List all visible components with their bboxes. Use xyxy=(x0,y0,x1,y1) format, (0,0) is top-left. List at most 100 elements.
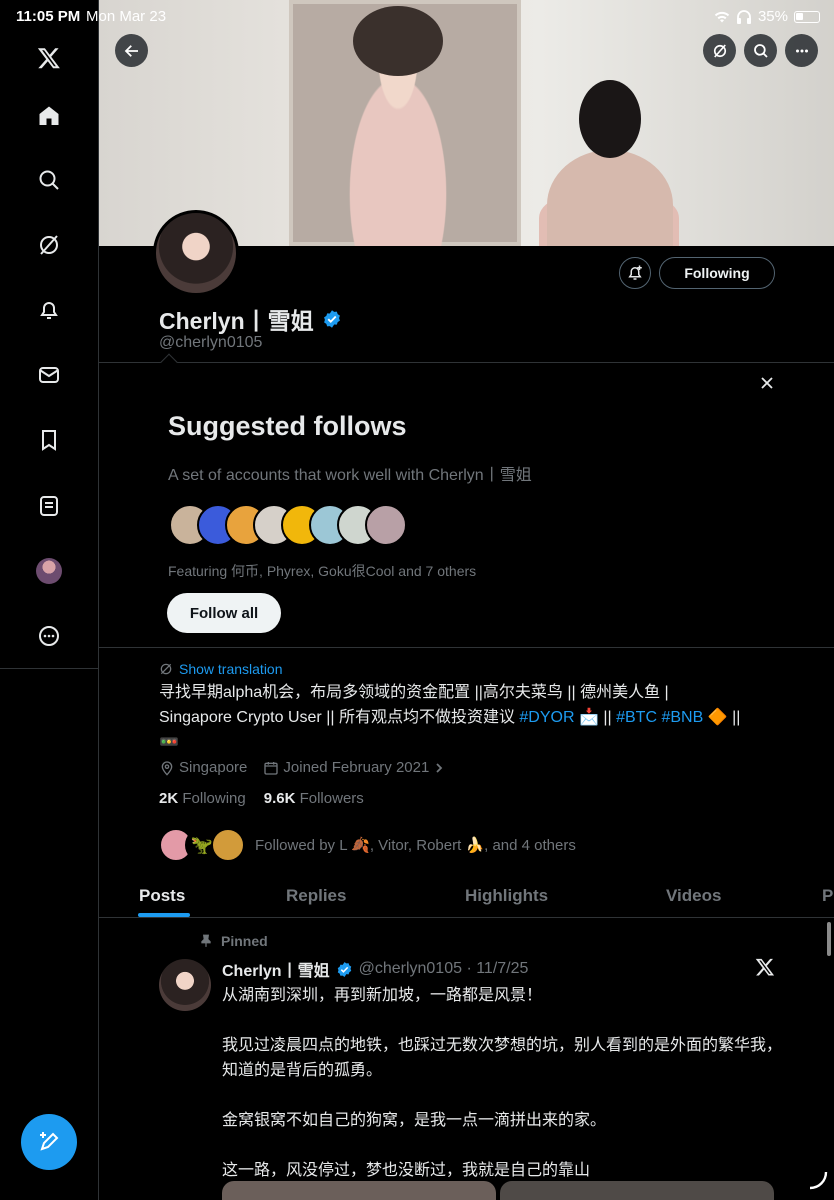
banner-person xyxy=(539,80,679,246)
grok-svg xyxy=(40,235,58,255)
scrollbar[interactable] xyxy=(827,922,831,956)
status-time: 11:05 PM xyxy=(16,8,81,25)
tab-posts[interactable]: Posts xyxy=(139,886,185,906)
profile-name: Cherlyn丨雪姐 xyxy=(159,302,342,336)
follow-counts: 2K Following 9.6K Followers xyxy=(159,790,364,807)
grok-translate-icon xyxy=(160,663,172,675)
bookmarks-icon[interactable] xyxy=(29,420,69,460)
followers-label: Followers xyxy=(299,790,364,807)
follow-all-button[interactable]: Follow all xyxy=(167,593,281,633)
verified-badge-icon xyxy=(337,961,351,977)
person-hair xyxy=(579,80,641,158)
status-right: 35% xyxy=(714,8,820,25)
show-translation-link[interactable]: Show translation xyxy=(159,661,283,677)
tab-highlights[interactable]: Highlights xyxy=(465,886,548,906)
tab-videos[interactable]: Videos xyxy=(666,886,721,906)
person-shoulders xyxy=(547,150,673,246)
profile-handle: @cherlyn0105 xyxy=(159,334,263,351)
battery-icon xyxy=(794,10,820,23)
search-icon xyxy=(753,43,768,58)
messages-icon[interactable] xyxy=(29,355,69,395)
followed-by-text: Followed by L 🍂, Vitor, Robert 🍌, and 4 … xyxy=(255,837,576,854)
more-options-icon[interactable] xyxy=(29,616,69,656)
battery-percent: 35% xyxy=(757,8,788,25)
close-suggestions-button[interactable] xyxy=(755,371,779,395)
arrow-left-icon xyxy=(124,44,138,57)
followed-by-row[interactable]: 🦖 Followed by L 🍂, Vitor, Robert 🍌, and … xyxy=(159,826,576,864)
search-icon[interactable] xyxy=(29,160,69,200)
post-meta: @cherlyn0105 · 11/7/25 xyxy=(358,960,529,977)
more-button[interactable] xyxy=(785,34,818,67)
lists-icon[interactable] xyxy=(29,486,69,526)
verified-badge-icon[interactable] xyxy=(322,309,342,329)
following-button[interactable]: Following xyxy=(659,257,775,289)
wifi-icon xyxy=(714,11,730,22)
notify-button[interactable] xyxy=(619,257,651,289)
pinned-post[interactable]: Pinned Cherlyn丨雪姐 @cherlyn0105 · 11/7/25… xyxy=(99,919,834,1200)
post-image[interactable] xyxy=(222,1181,496,1200)
post-author-name[interactable]: Cherlyn丨雪姐 xyxy=(222,957,330,981)
bio-line-1: 寻找早期alpha机会，布局多领域的资金配置 ||高尔夫菜鸟 || 德州美人鱼 … xyxy=(159,684,669,701)
notifications-icon[interactable] xyxy=(29,290,69,330)
following-label: Following xyxy=(182,790,246,807)
pin-icon xyxy=(201,934,211,947)
banner-painting xyxy=(289,0,521,246)
post-body: 从湖南到深圳，再到新加坡，一路都是风景！ 我见过凌晨四点的地铁，也踩过无数次梦想… xyxy=(222,983,782,1200)
bio-line-3: 🚥 xyxy=(159,734,179,751)
bell-svg xyxy=(40,302,58,319)
suggested-avatars[interactable] xyxy=(169,504,407,548)
home-icon[interactable] xyxy=(29,96,69,136)
profile-meta: Singapore Joined February 2021 xyxy=(159,759,445,776)
hashtag-dyor[interactable]: #DYOR xyxy=(519,709,574,726)
profile-bio: 寻找早期alpha机会，布局多领域的资金配置 ||高尔夫菜鸟 || 德州美人鱼 … xyxy=(159,680,789,755)
post-header: Cherlyn丨雪姐 @cherlyn0105 · 11/7/25 xyxy=(222,957,528,981)
close-icon xyxy=(761,377,773,389)
compose-post-button[interactable] xyxy=(21,1114,77,1170)
profile-column: Following Cherlyn丨雪姐 @cherlyn0105 Sugges… xyxy=(98,0,834,1200)
bio-line-2-end: 🔶 || xyxy=(703,709,741,726)
ellipsis-icon xyxy=(795,49,808,52)
avatar xyxy=(36,558,62,584)
featuring-text: Featuring 何币, Phyrex, Goku很Cool and 7 ot… xyxy=(168,563,477,579)
suggested-follows-panel: Suggested follows A set of accounts that… xyxy=(99,353,834,648)
grok-profile-button[interactable] xyxy=(703,34,736,67)
profile-banner xyxy=(99,0,834,246)
grok-icon xyxy=(713,43,726,58)
grok-icon[interactable] xyxy=(29,225,69,265)
joined-text: Joined February 2021 xyxy=(283,759,430,776)
x-logo-icon[interactable] xyxy=(29,38,69,78)
tab-replies[interactable]: Replies xyxy=(286,886,346,906)
post-paragraph: 我见过凌晨四点的地铁，也踩过无数次梦想的坑，别人看到的是外面的繁华我，知道的是背… xyxy=(222,1037,783,1079)
suggested-avatar[interactable] xyxy=(365,504,407,546)
hashtag-btc[interactable]: #BTC xyxy=(616,709,657,726)
compose-icon xyxy=(40,1132,59,1151)
following-count-link[interactable]: 2K Following xyxy=(159,790,246,807)
pinned-text: Pinned xyxy=(221,933,268,949)
tab-more-cutoff[interactable]: P xyxy=(822,886,833,906)
post-paragraph: 从湖南到深圳，再到新加坡，一路都是风景！ xyxy=(222,987,543,1004)
home-svg xyxy=(39,106,59,125)
x-logo-svg xyxy=(37,48,60,69)
profile-tabs: Posts Replies Highlights Videos P xyxy=(99,872,834,918)
chevron-right-icon xyxy=(436,762,443,773)
post-author-avatar[interactable] xyxy=(159,959,211,1011)
hashtag-bnb[interactable]: #BNB xyxy=(661,709,703,726)
post-media[interactable] xyxy=(222,1181,774,1200)
post-image[interactable] xyxy=(500,1181,774,1200)
suggested-title: Suggested follows xyxy=(168,411,407,441)
status-bar: 11:05 PM Mon Mar 23 35% xyxy=(0,0,834,32)
search-svg xyxy=(39,170,59,190)
profile-avatar[interactable] xyxy=(153,210,239,296)
profile-avatar-button[interactable] xyxy=(29,551,69,591)
post-paragraph: 这一路，风没停过，梦也没断过，我就是自己的靠山 xyxy=(222,1162,591,1179)
followers-count-link[interactable]: 9.6K Followers xyxy=(264,790,364,807)
suggested-subtitle: A set of accounts that work well with Ch… xyxy=(168,467,532,484)
location-pin-icon xyxy=(161,760,173,776)
joined-item[interactable]: Joined February 2021 xyxy=(263,759,445,776)
left-nav-rail xyxy=(0,0,98,1200)
back-button[interactable] xyxy=(115,34,148,67)
banner-search-button[interactable] xyxy=(744,34,777,67)
following-count: 2K xyxy=(159,790,179,807)
pinned-label: Pinned xyxy=(199,933,268,949)
bell-plus-icon xyxy=(628,265,642,280)
